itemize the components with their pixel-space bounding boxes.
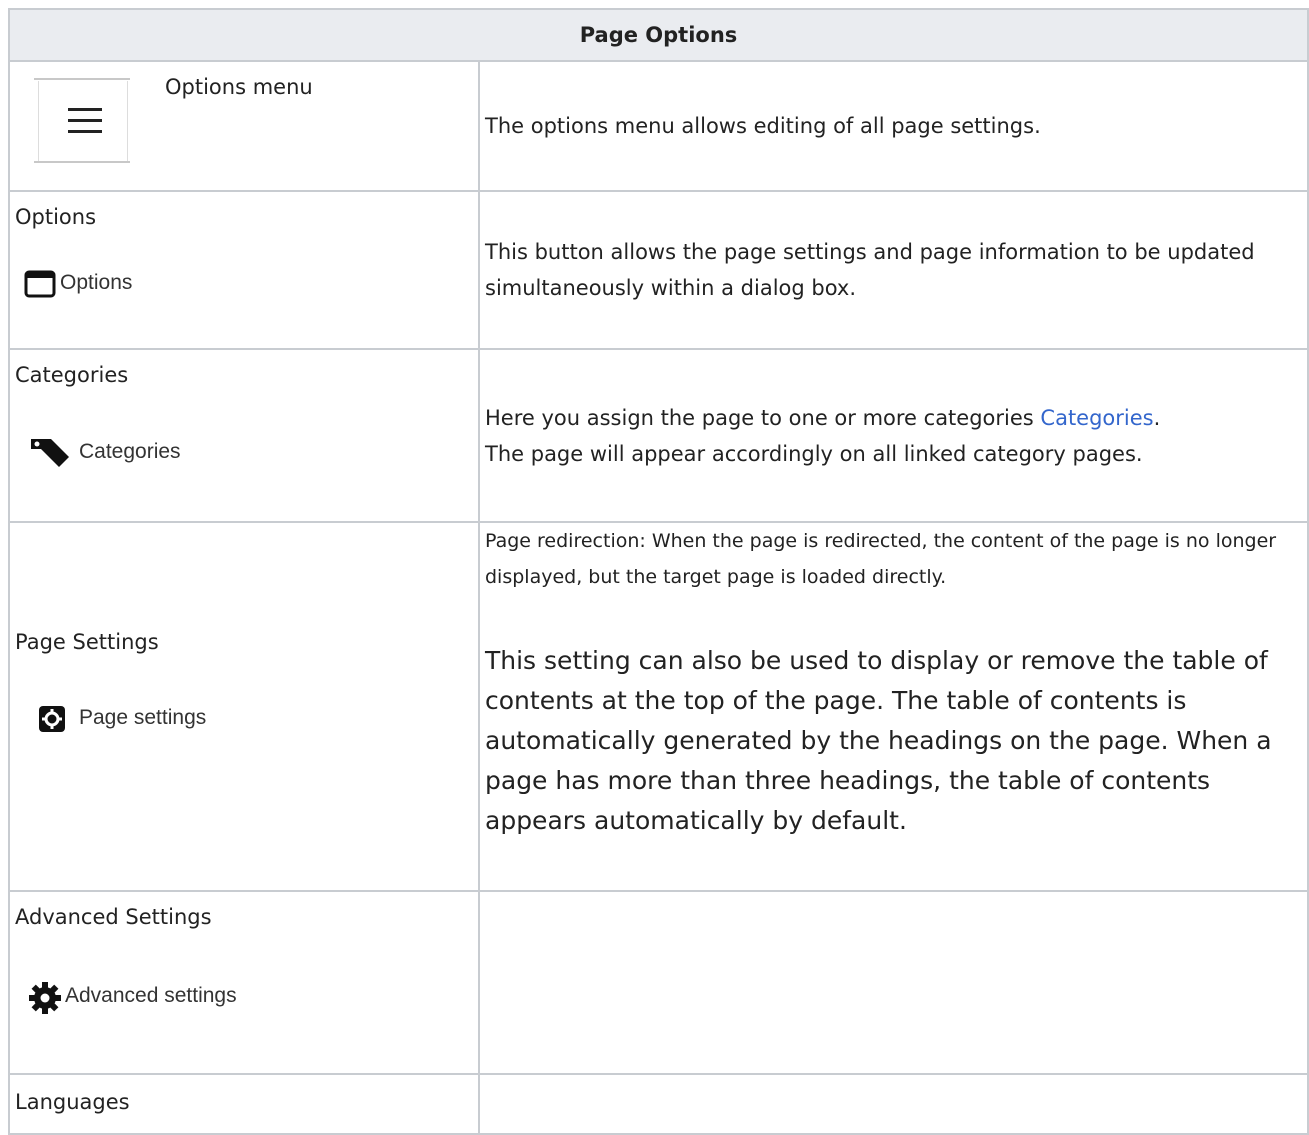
page-options-table: Page Options Options menu The options me… — [8, 8, 1309, 1135]
row-label: Page Settings — [15, 630, 159, 654]
description-cell: Page redirection: When the page is redir… — [478, 521, 1309, 892]
description-text: Here you assign the page to one or more … — [485, 405, 1041, 430]
description-cell: Here you assign the page to one or more … — [478, 348, 1309, 523]
row-label: Options menu — [165, 75, 313, 99]
row-description: The options menu allows editing of all p… — [485, 114, 1041, 138]
options-menu-screenshot — [10, 64, 154, 176]
hamburger-menu-icon[interactable] — [68, 106, 104, 136]
window-icon — [24, 270, 56, 298]
row-label: Categories — [15, 363, 129, 387]
table-row: Options menu The options menu allows edi… — [8, 60, 1309, 192]
cog-icon — [29, 982, 61, 1014]
categories-link[interactable]: Categories — [1040, 406, 1153, 430]
options-button-screenshot[interactable]: Options — [13, 250, 185, 318]
page-settings-button-screenshot[interactable]: Page settings — [13, 674, 275, 762]
options-button-label: Options — [60, 271, 133, 294]
description-cell — [478, 1073, 1309, 1135]
description-cell: The options menu allows editing of all p… — [478, 60, 1309, 192]
label-cell: Options Options — [8, 190, 480, 350]
row-label: Options — [15, 205, 97, 229]
table-row: Languages — [8, 1073, 1309, 1135]
row-description: Here you assign the page to one or more … — [480, 400, 1307, 472]
label-cell: Options menu — [8, 60, 480, 192]
categories-button-screenshot[interactable]: Categories — [13, 409, 241, 493]
label-cell: Advanced Settings Advanced settings — [8, 890, 480, 1075]
tag-icon — [31, 439, 69, 467]
table-row: Page Settings Page settings Page redirec… — [8, 521, 1309, 892]
gear-square-icon — [39, 706, 65, 732]
table-row: Categories Categories Here you assign th… — [8, 348, 1309, 523]
row-description: This button allows the page settings and… — [485, 240, 1255, 300]
table-row: Advanced Settings Advanced settings — [8, 890, 1309, 1075]
label-cell: Languages — [8, 1073, 480, 1135]
page-redirection-text: Page redirection: When the page is redir… — [485, 530, 1277, 588]
label-cell: Categories Categories — [8, 348, 480, 523]
categories-button-label: Categories — [79, 440, 181, 463]
advanced-settings-button-screenshot[interactable]: Advanced settings — [13, 950, 327, 1044]
table-of-contents-text: This setting can also be used to display… — [485, 646, 1272, 835]
table-header: Page Options — [8, 8, 1309, 62]
row-label: Advanced Settings — [15, 905, 212, 929]
description-cell — [478, 890, 1309, 1075]
table-row: Options Options This button allows the p… — [8, 190, 1309, 350]
advanced-settings-button-label: Advanced settings — [65, 984, 237, 1007]
description-line2: The page will appear accordingly on all … — [485, 441, 1143, 466]
page-settings-button-label: Page settings — [79, 706, 207, 729]
description-cell: This button allows the page settings and… — [478, 190, 1309, 350]
row-label: Languages — [15, 1090, 130, 1114]
label-cell: Page Settings Page settings — [8, 521, 480, 892]
description-text-end: . — [1153, 405, 1161, 430]
